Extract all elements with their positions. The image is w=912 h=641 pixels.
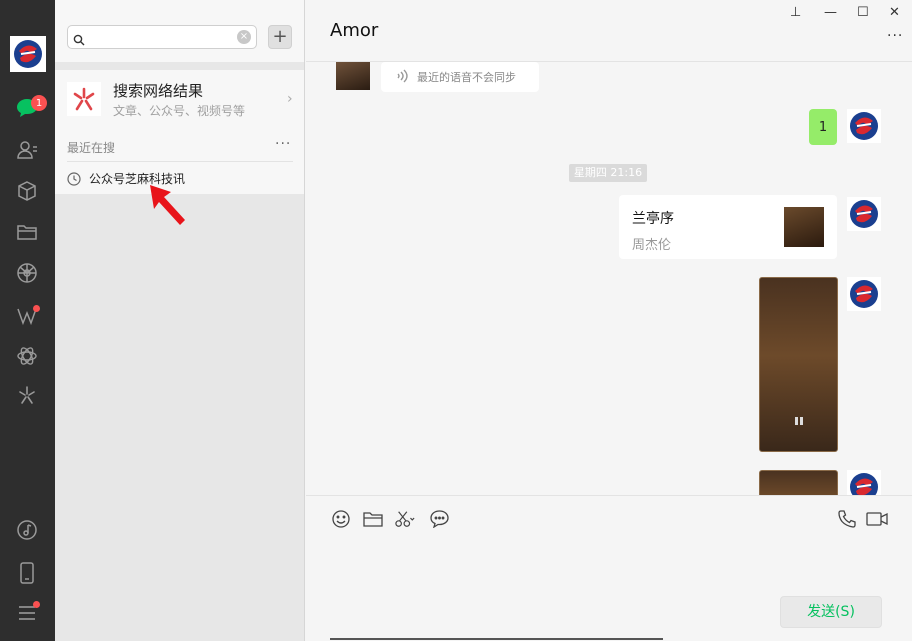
music-title: 兰亭序 (632, 211, 674, 227)
clear-search-icon[interactable]: × (237, 30, 251, 44)
atom-icon[interactable] (15, 344, 39, 368)
video-message[interactable] (759, 470, 838, 495)
folder-icon[interactable] (15, 220, 39, 244)
voice-note-text: 最近的语音不会同步 (417, 71, 516, 84)
search-box[interactable]: × (67, 25, 257, 49)
video-message[interactable] (759, 277, 838, 452)
scissors-icon[interactable] (395, 509, 415, 529)
recent-searches-label: 最近在搜 (67, 141, 116, 155)
search-icon (73, 31, 85, 50)
moments-icon[interactable] (15, 261, 39, 285)
my-avatar[interactable] (847, 197, 881, 231)
wechat-window: 1 × + 搜索网络结果 文章、公众号、视频号等 › 最近在搜 ··· 公众号芝… (0, 0, 912, 641)
chevron-right-icon: › (287, 91, 293, 107)
close-button[interactable]: ✕ (889, 5, 900, 20)
pause-icon (795, 417, 803, 425)
search-bar-area: × + (55, 0, 304, 62)
chat-title: Amor (330, 20, 379, 41)
music-cover-image (784, 207, 824, 247)
divider (306, 495, 912, 496)
send-button[interactable]: 发送(S) (780, 596, 882, 628)
unread-badge: 1 (31, 95, 47, 111)
voice-wave-icon (397, 69, 408, 83)
taskbar-line (330, 638, 663, 640)
chat-pane: Amor ⊥ — ☐ ✕ ··· 最近的语音不会同步 1 星期四 21:16 兰… (306, 0, 912, 641)
timestamp: 星期四 21:16 (569, 164, 647, 182)
voice-call-icon[interactable] (837, 509, 857, 529)
red-arrow-annotation-icon (150, 185, 185, 225)
avatar[interactable] (10, 36, 46, 72)
search-network-title: 搜索网络结果 (113, 82, 204, 100)
my-avatar[interactable] (847, 109, 881, 143)
minimize-button[interactable]: — (824, 5, 837, 20)
maximize-button[interactable]: ☐ (857, 5, 869, 20)
emoji-icon[interactable] (331, 509, 351, 529)
music-icon[interactable] (15, 518, 39, 542)
recent-more-button[interactable]: ··· (275, 136, 291, 152)
my-avatar[interactable] (847, 277, 881, 311)
music-card-message[interactable]: 兰亭序 周杰伦 (619, 195, 837, 259)
pin-icon[interactable]: ⊥ (790, 5, 801, 20)
outgoing-text-message[interactable]: 1 (809, 109, 837, 145)
music-artist: 周杰伦 (632, 238, 672, 253)
search-panel: × + 搜索网络结果 文章、公众号、视频号等 › 最近在搜 ··· 公众号芝麻科… (55, 0, 305, 641)
contacts-icon[interactable] (15, 138, 39, 162)
clock-icon (67, 171, 81, 186)
sparkle-icon[interactable] (15, 383, 39, 407)
search-network-subtitle: 文章、公众号、视频号等 (113, 104, 246, 118)
my-avatar[interactable] (847, 470, 881, 495)
add-button[interactable]: + (268, 25, 292, 49)
chat-bubble-icon[interactable] (429, 509, 449, 529)
video-call-icon[interactable] (865, 509, 889, 529)
folder-icon[interactable] (363, 509, 383, 529)
box-icon[interactable] (15, 179, 39, 203)
search-network-result[interactable]: 搜索网络结果 文章、公众号、视频号等 › (55, 70, 304, 128)
phone-icon[interactable] (15, 561, 39, 585)
message-list: 最近的语音不会同步 1 星期四 21:16 兰亭序 周杰伦 (306, 62, 912, 495)
menu-notification-dot (33, 601, 40, 608)
contact-avatar[interactable] (336, 62, 370, 90)
search-input[interactable] (90, 28, 235, 46)
left-nav: 1 (0, 0, 55, 641)
voice-message[interactable]: 最近的语音不会同步 (381, 62, 539, 92)
search-network-logo-icon (67, 82, 101, 116)
chat-more-button[interactable]: ··· (887, 28, 903, 44)
wave-notification-dot (33, 305, 40, 312)
divider (67, 161, 293, 162)
